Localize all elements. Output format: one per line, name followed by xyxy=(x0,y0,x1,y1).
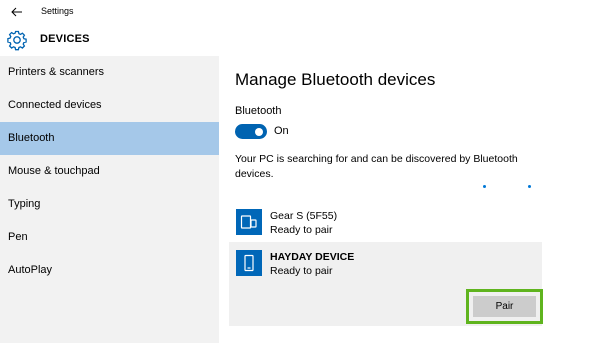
main-content: Manage Bluetooth devices Bluetooth On Yo… xyxy=(219,56,600,343)
toggle-state-label: On xyxy=(274,125,289,137)
sidebar-item-pen[interactable]: Pen xyxy=(0,221,219,254)
app-title: Settings xyxy=(41,6,74,16)
phone-icon xyxy=(236,250,262,276)
device-name: HAYDAY DEVICE xyxy=(270,251,355,263)
sidebar: Printers & scanners Connected devices Bl… xyxy=(0,56,219,343)
pair-button[interactable]: Pair xyxy=(473,296,536,317)
bluetooth-label: Bluetooth xyxy=(235,105,282,117)
sidebar-item-autoplay[interactable]: AutoPlay xyxy=(0,254,219,287)
pair-button-highlight: Pair xyxy=(466,289,543,324)
page-header: DEVICES xyxy=(0,24,600,56)
back-button[interactable] xyxy=(6,2,28,22)
searching-progress-dot xyxy=(483,185,486,188)
page-title: Manage Bluetooth devices xyxy=(235,70,436,89)
sidebar-item-mouse-touchpad[interactable]: Mouse & touchpad xyxy=(0,155,219,188)
device-name: Gear S (5F55) xyxy=(270,210,338,222)
title-bar: Settings xyxy=(0,0,600,24)
back-arrow-icon xyxy=(11,7,22,17)
discovery-description: Your PC is searching for and can be disc… xyxy=(235,153,518,180)
bluetooth-toggle[interactable] xyxy=(235,124,267,139)
sidebar-item-typing[interactable]: Typing xyxy=(0,188,219,221)
device-status: Ready to pair xyxy=(270,265,333,277)
toggle-knob xyxy=(255,127,263,136)
device-status: Ready to pair xyxy=(270,224,333,236)
phone-and-watch-icon xyxy=(236,209,262,235)
sidebar-item-printers-scanners[interactable]: Printers & scanners xyxy=(0,56,219,89)
gear-icon xyxy=(7,30,27,51)
sidebar-item-bluetooth[interactable]: Bluetooth xyxy=(0,122,219,155)
device-list-item[interactable]: Gear S (5F55) Ready to pair xyxy=(229,201,542,241)
device-list-item-selected[interactable]: HAYDAY DEVICE Ready to pair Pair xyxy=(229,242,543,326)
sidebar-item-connected-devices[interactable]: Connected devices xyxy=(0,89,219,122)
searching-progress-dot xyxy=(528,185,531,188)
section-title: DEVICES xyxy=(40,33,90,45)
